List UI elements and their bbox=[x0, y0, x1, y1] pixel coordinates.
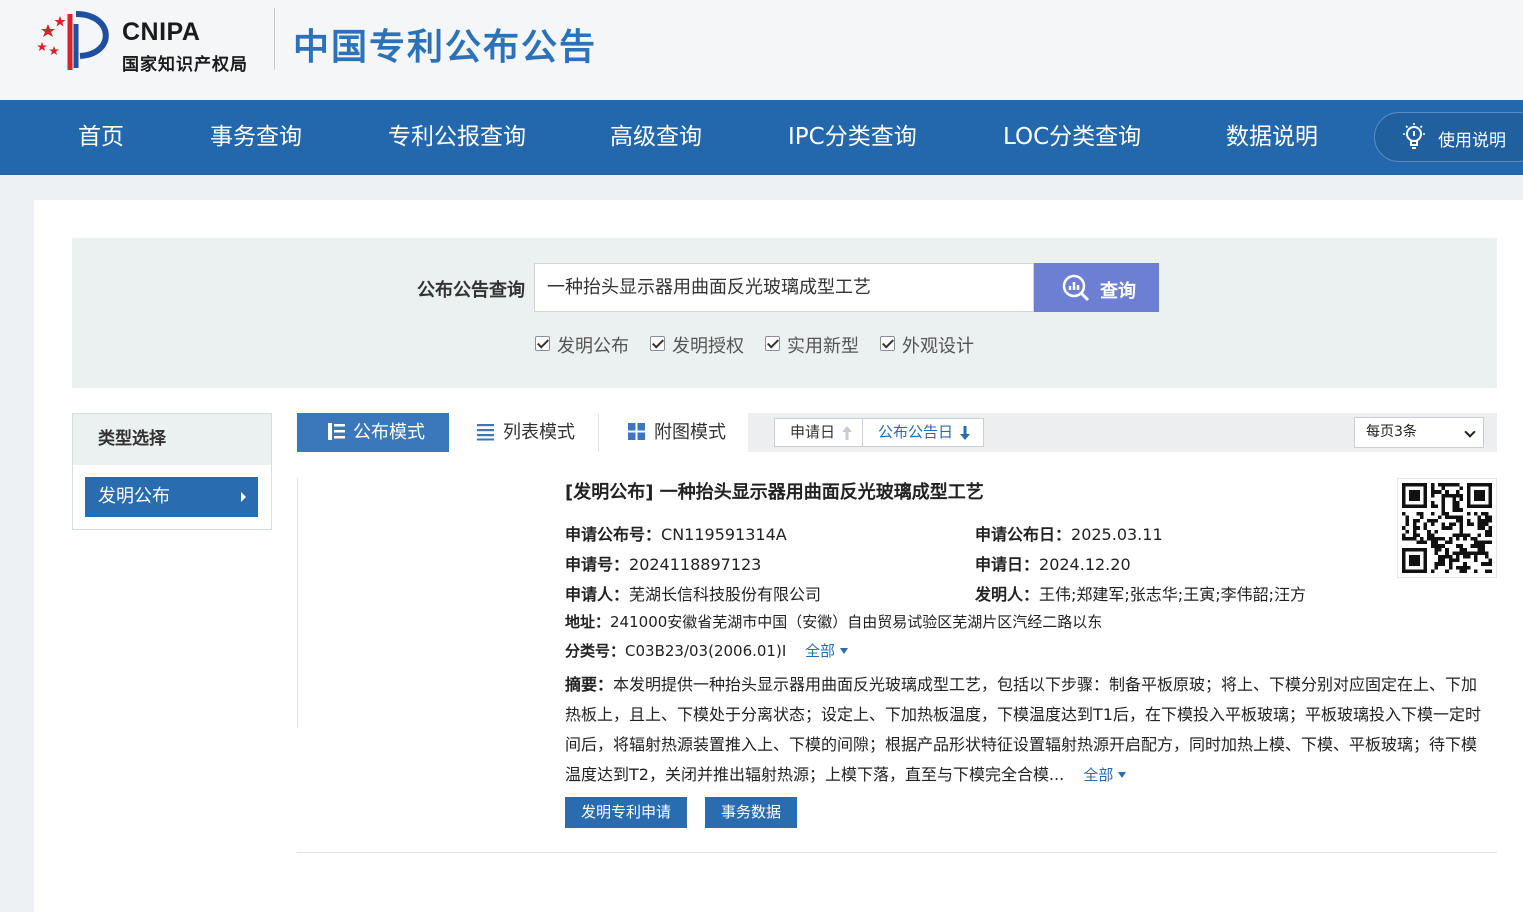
search-button-label: 查询 bbox=[1100, 281, 1136, 302]
field-label: 摘要： bbox=[565, 675, 614, 694]
checkbox-label: 外观设计 bbox=[902, 336, 974, 357]
checkbox-checked-icon bbox=[535, 336, 550, 351]
search-button[interactable]: 查询 bbox=[1034, 263, 1159, 312]
result-divider bbox=[297, 852, 1497, 853]
chevron-down-icon bbox=[1464, 426, 1476, 438]
lightbulb-icon bbox=[1403, 123, 1425, 149]
tab-label: 列表模式 bbox=[503, 422, 575, 443]
field-value: 241000安徽省芜湖市中国（安徽）自由贸易试验区芜湖片区汽经二路以东 bbox=[610, 613, 1103, 631]
nav-item-affairs-query[interactable]: 事务查询 bbox=[210, 100, 302, 175]
field-label: 发明人： bbox=[975, 585, 1040, 604]
field-label: 地址： bbox=[565, 613, 611, 631]
logo-en-text: CNIPA bbox=[122, 18, 201, 46]
class-more-link[interactable]: 全部 bbox=[805, 642, 848, 660]
per-page-value: 每页3条 bbox=[1366, 424, 1417, 440]
abstract-more-link[interactable]: 全部 bbox=[1083, 766, 1126, 784]
abstract-line: 间后，将辐射热源装置推入上、下模的间隙；根据产品形状特征设置辐射热源开启配方，同… bbox=[565, 735, 1478, 754]
field-label: 申请人： bbox=[565, 585, 630, 604]
nav-item-home[interactable]: 首页 bbox=[78, 100, 124, 175]
abstract-line: 摘要：本发明提供一种抬头显示器用曲面反光玻璃成型工艺，包括以下步骤：制备平板原玻… bbox=[565, 671, 1477, 695]
field-value: 王伟;郑建军;张志华;王寅;李伟韶;汪方 bbox=[1039, 585, 1306, 604]
abstract-line: 温度达到T2，关闭并推出辐射热源；上模下落，直至与下模完全合模... 全部 bbox=[565, 761, 1126, 785]
sort-label: 公布公告日 bbox=[878, 423, 954, 441]
invention-application-button[interactable]: 发明专利申请 bbox=[565, 797, 687, 828]
field-app-date: 申请日：2024.12.20 bbox=[975, 551, 1131, 575]
nav-item-advanced-query[interactable]: 高级查询 bbox=[610, 100, 702, 175]
help-label: 使用说明 bbox=[1438, 131, 1506, 151]
checkbox-checked-icon bbox=[880, 336, 895, 351]
nav-item-ipc-query[interactable]: IPC分类查询 bbox=[788, 100, 917, 175]
search-icon bbox=[1062, 274, 1090, 302]
field-value: CN119591314A bbox=[661, 525, 787, 544]
nav-item-gazette-query[interactable]: 专利公报查询 bbox=[388, 100, 526, 175]
field-inventor: 发明人：王伟;郑建军;张志华;王寅;李伟韶;汪方 bbox=[975, 581, 1306, 605]
header-divider bbox=[274, 8, 275, 70]
checkbox-label: 发明授权 bbox=[672, 336, 744, 357]
arrow-up-icon bbox=[842, 426, 852, 440]
search-box: 公布公告查询 一种抬头显示器用曲面反光玻璃成型工艺 查询 发明公布 发明授权 实… bbox=[72, 238, 1497, 388]
field-label: 申请日： bbox=[975, 555, 1040, 574]
thumbnail-divider bbox=[297, 478, 298, 728]
per-page-select[interactable]: 每页3条 bbox=[1354, 417, 1484, 448]
help-button[interactable]: 使用说明 bbox=[1374, 112, 1523, 162]
site-title: 中国专利公布公告 bbox=[293, 27, 598, 68]
checkbox-checked-icon bbox=[650, 336, 665, 351]
checkbox-label: 发明公布 bbox=[557, 336, 629, 357]
search-input[interactable]: 一种抬头显示器用曲面反光玻璃成型工艺 bbox=[534, 263, 1034, 312]
field-label: 申请号： bbox=[565, 555, 630, 574]
sort-by-pub-date[interactable]: 公布公告日 bbox=[863, 418, 984, 447]
sort-by-apply-date[interactable]: 申请日 bbox=[774, 418, 863, 447]
arrow-down-icon bbox=[960, 426, 970, 440]
sidebar-item-label: 发明公布 bbox=[98, 486, 170, 507]
affairs-data-button[interactable]: 事务数据 bbox=[705, 797, 797, 828]
logo-cn-text: 国家知识产权局 bbox=[122, 55, 248, 75]
qr-code-icon bbox=[1402, 483, 1492, 573]
sidebar-title: 类型选择 bbox=[73, 414, 271, 465]
result-title[interactable]: [发明公布] 一种抬头显示器用曲面反光玻璃成型工艺 bbox=[565, 478, 984, 504]
main-nav: 首页 事务查询 专利公报查询 高级查询 IPC分类查询 LOC分类查询 数据说明… bbox=[0, 100, 1523, 175]
list-detail-icon bbox=[328, 423, 345, 440]
tab-figure-mode[interactable]: 附图模式 bbox=[599, 413, 748, 452]
sidebar-item-invention-pub[interactable]: 发明公布 bbox=[85, 477, 258, 517]
field-value: 芜湖长信科技股份有限公司 bbox=[629, 585, 822, 604]
nav-item-data-info[interactable]: 数据说明 bbox=[1226, 100, 1318, 175]
field-value: 2024.12.20 bbox=[1039, 555, 1131, 574]
checkbox-label: 实用新型 bbox=[787, 336, 859, 357]
field-value: C03B23/03(2006.01)I bbox=[625, 642, 787, 660]
list-icon bbox=[477, 424, 494, 441]
field-address: 地址：241000安徽省芜湖市中国（安徽）自由贸易试验区芜湖片区汽经二路以东 bbox=[565, 611, 1102, 632]
abstract-text: 温度达到T2，关闭并推出辐射热源；上模下落，直至与下模完全合模... bbox=[565, 765, 1065, 784]
field-class-no: 分类号：C03B23/03(2006.01)I 全部 bbox=[565, 640, 848, 661]
field-pub-date: 申请公布日：2025.03.11 bbox=[975, 521, 1163, 545]
field-label: 分类号： bbox=[565, 642, 626, 660]
sort-label: 申请日 bbox=[790, 423, 836, 441]
tab-label: 附图模式 bbox=[654, 422, 726, 443]
field-applicant: 申请人：芜湖长信科技股份有限公司 bbox=[565, 581, 821, 605]
field-value: 2024118897123 bbox=[629, 555, 762, 574]
tab-label: 公布模式 bbox=[353, 422, 425, 443]
qr-code bbox=[1397, 478, 1497, 578]
tab-list-mode[interactable]: 列表模式 bbox=[449, 413, 599, 452]
tab-publication-mode[interactable]: 公布模式 bbox=[297, 413, 449, 452]
cnipa-logo[interactable]: CNIPA 国家知识产权局 bbox=[36, 10, 266, 75]
field-label: 申请公布号： bbox=[565, 525, 662, 544]
field-pub-no: 申请公布号：CN119591314A bbox=[565, 521, 787, 545]
abstract-line: 热板上，且上、下模处于分离状态；设定上、下加热板温度，下模温度达到T1后，在下模… bbox=[565, 705, 1481, 724]
results-toolbar: 公布模式 列表模式 附图模式 申请日 公布公告日 每页3条 bbox=[297, 413, 1497, 452]
abstract-text: 本发明提供一种抬头显示器用曲面反光玻璃成型工艺，包括以下步骤：制备平板原玻；将上… bbox=[613, 675, 1478, 694]
site-header: CNIPA 国家知识产权局 中国专利公布公告 bbox=[0, 0, 1523, 100]
content-panel: 公布公告查询 一种抬头显示器用曲面反光玻璃成型工艺 查询 发明公布 发明授权 实… bbox=[34, 200, 1523, 912]
search-label: 公布公告查询 bbox=[417, 280, 525, 301]
type-filter-sidebar: 类型选择 发明公布 bbox=[72, 413, 272, 530]
cnipa-emblem-icon bbox=[37, 11, 109, 70]
checkbox-checked-icon bbox=[765, 336, 780, 351]
grid-icon bbox=[628, 423, 645, 440]
chevron-right-icon bbox=[241, 492, 246, 502]
field-label: 申请公布日： bbox=[975, 525, 1072, 544]
field-app-no: 申请号：2024118897123 bbox=[565, 551, 761, 575]
nav-item-loc-query[interactable]: LOC分类查询 bbox=[1003, 100, 1141, 175]
field-value: 2025.03.11 bbox=[1071, 525, 1163, 544]
